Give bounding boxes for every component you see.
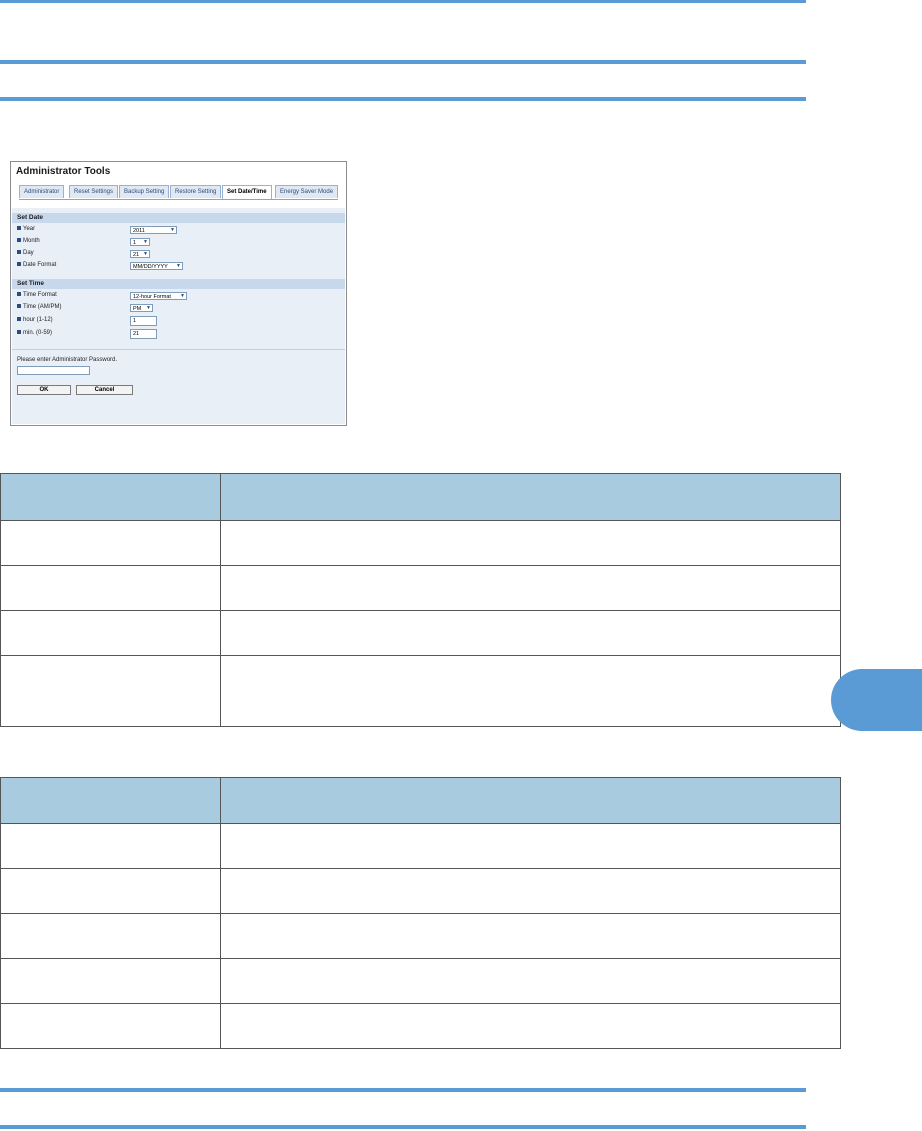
table-row [0,958,841,1004]
chevron-down-icon: ▼ [180,293,185,299]
section-rule-1 [0,60,806,64]
table-cell [220,565,841,611]
table-row [0,520,841,566]
table-cell [0,913,221,959]
min-input[interactable]: 21 [130,329,157,339]
month-select[interactable]: 1 ▼ [130,238,150,246]
date-format-label: Date Format [17,262,56,268]
chevron-down-icon: ▼ [146,305,151,311]
chevron-down-icon: ▼ [170,227,175,233]
min-label: min. (0-59) [17,330,52,336]
tab-reset-settings[interactable]: Reset Settings [69,185,119,198]
table-cell [220,958,841,1004]
section-rule-4 [0,1125,806,1129]
tab-set-date-time[interactable]: Set Date/Time [222,185,272,199]
table-row [0,913,841,959]
ampm-label: Time (AM/PM) [17,304,61,310]
month-label: Month [17,238,40,244]
chevron-down-icon: ▼ [176,263,181,269]
square-bullet-icon [17,262,21,267]
tab-restore-setting[interactable]: Restore Setting [170,185,222,198]
table-cell [220,823,841,869]
administrator-tools-panel: Administrator Tools Administrator Reset … [10,161,347,426]
table-row [0,655,841,727]
table-row [0,823,841,869]
square-bullet-icon [17,317,21,322]
table-cell [0,565,221,611]
tab-administrator[interactable]: Administrator [19,185,65,198]
table-cell [220,610,841,656]
table-cell [0,610,221,656]
table-cell [220,655,841,727]
table-cell [0,1003,221,1049]
hour-input[interactable]: 1 [130,316,157,326]
chevron-down-icon: ▼ [143,251,148,257]
table-cell [220,520,841,566]
table-row [0,565,841,611]
form-divider [12,349,345,350]
password-input[interactable] [17,366,90,375]
table-cell [0,823,221,869]
ok-button[interactable]: OK [17,385,71,395]
table-row [0,1003,841,1049]
chapter-thumb-tab [831,669,922,731]
table-header-cell [220,777,841,824]
table-row [0,868,841,914]
table-header-row [0,473,841,521]
table-cell [220,1003,841,1049]
table-row [0,610,841,656]
time-format-label: Time Format [17,292,57,298]
tab-energy-saver-mode[interactable]: Energy Saver Mode [275,185,339,198]
settings-table-1 [0,473,841,727]
set-time-heading: Set Time [12,279,345,289]
table-cell [0,655,221,727]
settings-table-2 [0,777,841,1049]
password-prompt: Please enter Administrator Password. [17,357,118,363]
square-bullet-icon [17,238,21,243]
panel-title: Administrator Tools [16,166,111,177]
tab-backup-setting[interactable]: Backup Setting [119,185,170,198]
time-format-select[interactable]: 12-hour Format ▼ [130,292,187,300]
table-header-cell [0,473,221,521]
section-rule-3 [0,1088,806,1092]
top-rule [0,0,806,3]
table-header-cell [220,473,841,521]
panel-body: Set Date Year 2011 ▼ Month 1 ▼ Day 21 ▼ Dat… [12,208,345,424]
square-bullet-icon [17,304,21,309]
table-cell [220,868,841,914]
table-header-row [0,777,841,824]
date-format-select[interactable]: MM/DD/YYYY ▼ [130,262,183,270]
hour-label: hour (1-12) [17,317,53,323]
ampm-select[interactable]: PM ▼ [130,304,153,312]
cancel-button[interactable]: Cancel [76,385,133,395]
day-select[interactable]: 21 ▼ [130,250,150,258]
chevron-down-icon: ▼ [143,239,148,245]
table-cell [0,868,221,914]
tab-bar: Administrator Reset Settings Backup Sett… [19,185,339,200]
year-select[interactable]: 2011 ▼ [130,226,177,234]
set-date-heading: Set Date [12,213,345,223]
table-cell [0,520,221,566]
year-label: Year [17,226,35,232]
square-bullet-icon [17,292,21,297]
day-label: Day [17,250,34,256]
section-rule-2 [0,97,806,101]
table-header-cell [0,777,221,824]
square-bullet-icon [17,250,21,255]
square-bullet-icon [17,226,21,231]
table-cell [220,913,841,959]
square-bullet-icon [17,330,21,335]
table-cell [0,958,221,1004]
